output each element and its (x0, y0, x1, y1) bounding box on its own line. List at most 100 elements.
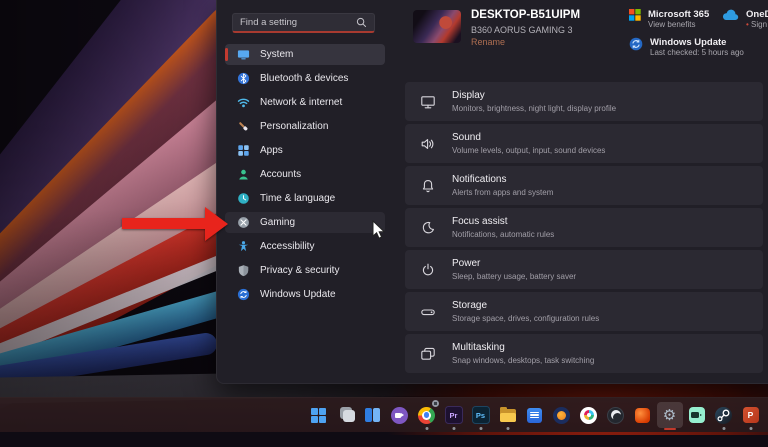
sidebar-item-accounts[interactable]: Accounts (225, 164, 385, 185)
search-input[interactable]: Find a setting (232, 13, 375, 33)
sidebar-nav: System Bluetooth & devices Network & int… (225, 44, 385, 308)
task-view-icon[interactable] (332, 398, 359, 432)
screen-recorder-icon[interactable] (683, 398, 710, 432)
sidebar-item-accessibility[interactable]: Accessibility (225, 236, 385, 257)
sidebar-item-personalization[interactable]: Personalization (225, 116, 385, 137)
accessibility-icon (237, 240, 250, 253)
privacy-shield-icon (237, 264, 250, 277)
row-multitasking[interactable]: Multitasking Snap windows, desktops, tas… (405, 334, 763, 373)
chrome-icon[interactable] (413, 398, 440, 432)
accounts-icon (237, 168, 250, 181)
sidebar-item-label: Accounts (260, 169, 302, 180)
powerpoint-icon[interactable]: P (737, 398, 764, 432)
sidebar-item-system[interactable]: System (225, 44, 385, 65)
red-arrow-annotation (122, 207, 228, 241)
desktop: Find a setting System Bluetooth & device… (0, 0, 768, 447)
sidebar-item-time-language[interactable]: Time & language (225, 188, 385, 209)
search-icon (356, 17, 367, 28)
settings-main-pane: DESKTOP-B51UIPM B360 AORUS GAMING 3 Rena… (401, 0, 768, 383)
office-icon[interactable] (629, 398, 656, 432)
row-title: Display (452, 89, 485, 101)
start-icon[interactable] (305, 398, 332, 432)
gaming-icon (237, 216, 250, 229)
sidebar-item-apps[interactable]: Apps (225, 140, 385, 161)
slack-icon[interactable] (575, 398, 602, 432)
storage-icon (419, 303, 436, 320)
sidebar-item-network-internet[interactable]: Network & internet (225, 92, 385, 113)
card-title: Microsoft 365 (648, 9, 710, 20)
card-title: Windows Update (650, 37, 727, 48)
widgets-panes-icon[interactable] (359, 398, 386, 432)
row-subtitle: Volume levels, output, input, sound devi… (452, 145, 606, 155)
taskbar-icons: Pr Ps ⚙ P (305, 398, 768, 432)
sidebar-item-label: Privacy & security (260, 265, 340, 276)
file-explorer-icon[interactable] (494, 398, 521, 432)
sound-icon (419, 135, 436, 152)
device-name: DESKTOP-B51UIPM (471, 9, 581, 21)
onedrive-card[interactable]: OneDrive • Sign in (722, 9, 768, 30)
onedrive-cloud-icon (722, 9, 739, 21)
settings-sidebar: Find a setting System Bluetooth & device… (217, 0, 401, 383)
microsoft-365-card[interactable]: Microsoft 365 View benefits (629, 9, 709, 30)
notes-app-icon[interactable] (521, 398, 548, 432)
row-subtitle: Alerts from apps and system (452, 187, 554, 197)
sidebar-item-bluetooth-devices[interactable]: Bluetooth & devices (225, 68, 385, 89)
taskbar: Pr Ps ⚙ P (0, 397, 768, 432)
settings-gear-icon[interactable]: ⚙ (656, 398, 683, 432)
row-focus-assist[interactable]: Focus assist Notifications, automatic ru… (405, 208, 763, 247)
row-storage[interactable]: Storage Storage space, drives, configura… (405, 292, 763, 331)
multitasking-icon (419, 345, 436, 362)
photoshop-icon[interactable]: Ps (467, 398, 494, 432)
row-subtitle: Snap windows, desktops, task switching (452, 355, 595, 365)
row-subtitle: Sleep, battery usage, battery saver (452, 271, 577, 281)
microsoft-logo-icon (629, 9, 641, 21)
sidebar-item-gaming[interactable]: Gaming (225, 212, 385, 233)
row-notifications[interactable]: Notifications Alerts from apps and syste… (405, 166, 763, 205)
signin-label: Sign in (751, 20, 768, 29)
sidebar-item-label: Accessibility (260, 241, 315, 252)
sidebar-item-label: Gaming (260, 217, 296, 228)
bluetooth-icon (237, 72, 250, 85)
row-title: Storage (452, 299, 488, 311)
card-subtitle: View benefits (648, 20, 696, 29)
sidebar-item-label: Bluetooth & devices (260, 73, 349, 84)
row-title: Multitasking (452, 341, 505, 353)
meet-icon[interactable] (386, 398, 413, 432)
sidebar-item-label: Time & language (260, 193, 336, 204)
row-title: Power (452, 257, 481, 269)
device-model: B360 AORUS GAMING 3 (471, 25, 573, 35)
obs-studio-icon[interactable] (602, 398, 629, 432)
notifications-icon (419, 177, 436, 194)
row-display[interactable]: Display Monitors, brightness, night ligh… (405, 82, 763, 121)
signin-alert-dot: • (746, 20, 749, 29)
rename-link[interactable]: Rename (471, 37, 505, 47)
row-sound[interactable]: Sound Volume levels, output, input, soun… (405, 124, 763, 163)
personalization-icon (237, 120, 250, 133)
sidebar-item-label: Network & internet (260, 97, 343, 108)
sidebar-item-privacy-security[interactable]: Privacy & security (225, 260, 385, 281)
overflow-app-icon[interactable] (764, 398, 768, 432)
card-subtitle: • Sign in (746, 20, 768, 30)
display-icon (419, 93, 436, 110)
row-subtitle: Monitors, brightness, night light, displ… (452, 103, 617, 113)
row-title: Focus assist (452, 215, 508, 227)
steam-icon[interactable] (710, 398, 737, 432)
device-thumbnail (413, 10, 461, 43)
row-title: Notifications (452, 173, 507, 185)
row-power[interactable]: Power Sleep, battery usage, battery save… (405, 250, 763, 289)
windows-update-card[interactable]: Windows Update Last checked: 5 hours ago (629, 37, 744, 58)
sidebar-item-label: Apps (260, 145, 283, 156)
apps-icon (237, 144, 250, 157)
row-title: Sound (452, 131, 481, 143)
sidebar-item-label: Windows Update (260, 289, 336, 300)
row-subtitle: Storage space, drives, configuration rul… (452, 313, 600, 323)
selected-accent-pill (225, 48, 228, 61)
network-icon (237, 96, 250, 109)
sidebar-item-windows-update[interactable]: Windows Update (225, 284, 385, 305)
orange-circle-app-icon[interactable] (548, 398, 575, 432)
premiere-pro-icon[interactable]: Pr (440, 398, 467, 432)
mouse-cursor (372, 220, 386, 239)
card-subtitle: Last checked: 5 hours ago (650, 48, 744, 57)
card-title: OneDrive (746, 9, 768, 20)
power-icon (419, 261, 436, 278)
